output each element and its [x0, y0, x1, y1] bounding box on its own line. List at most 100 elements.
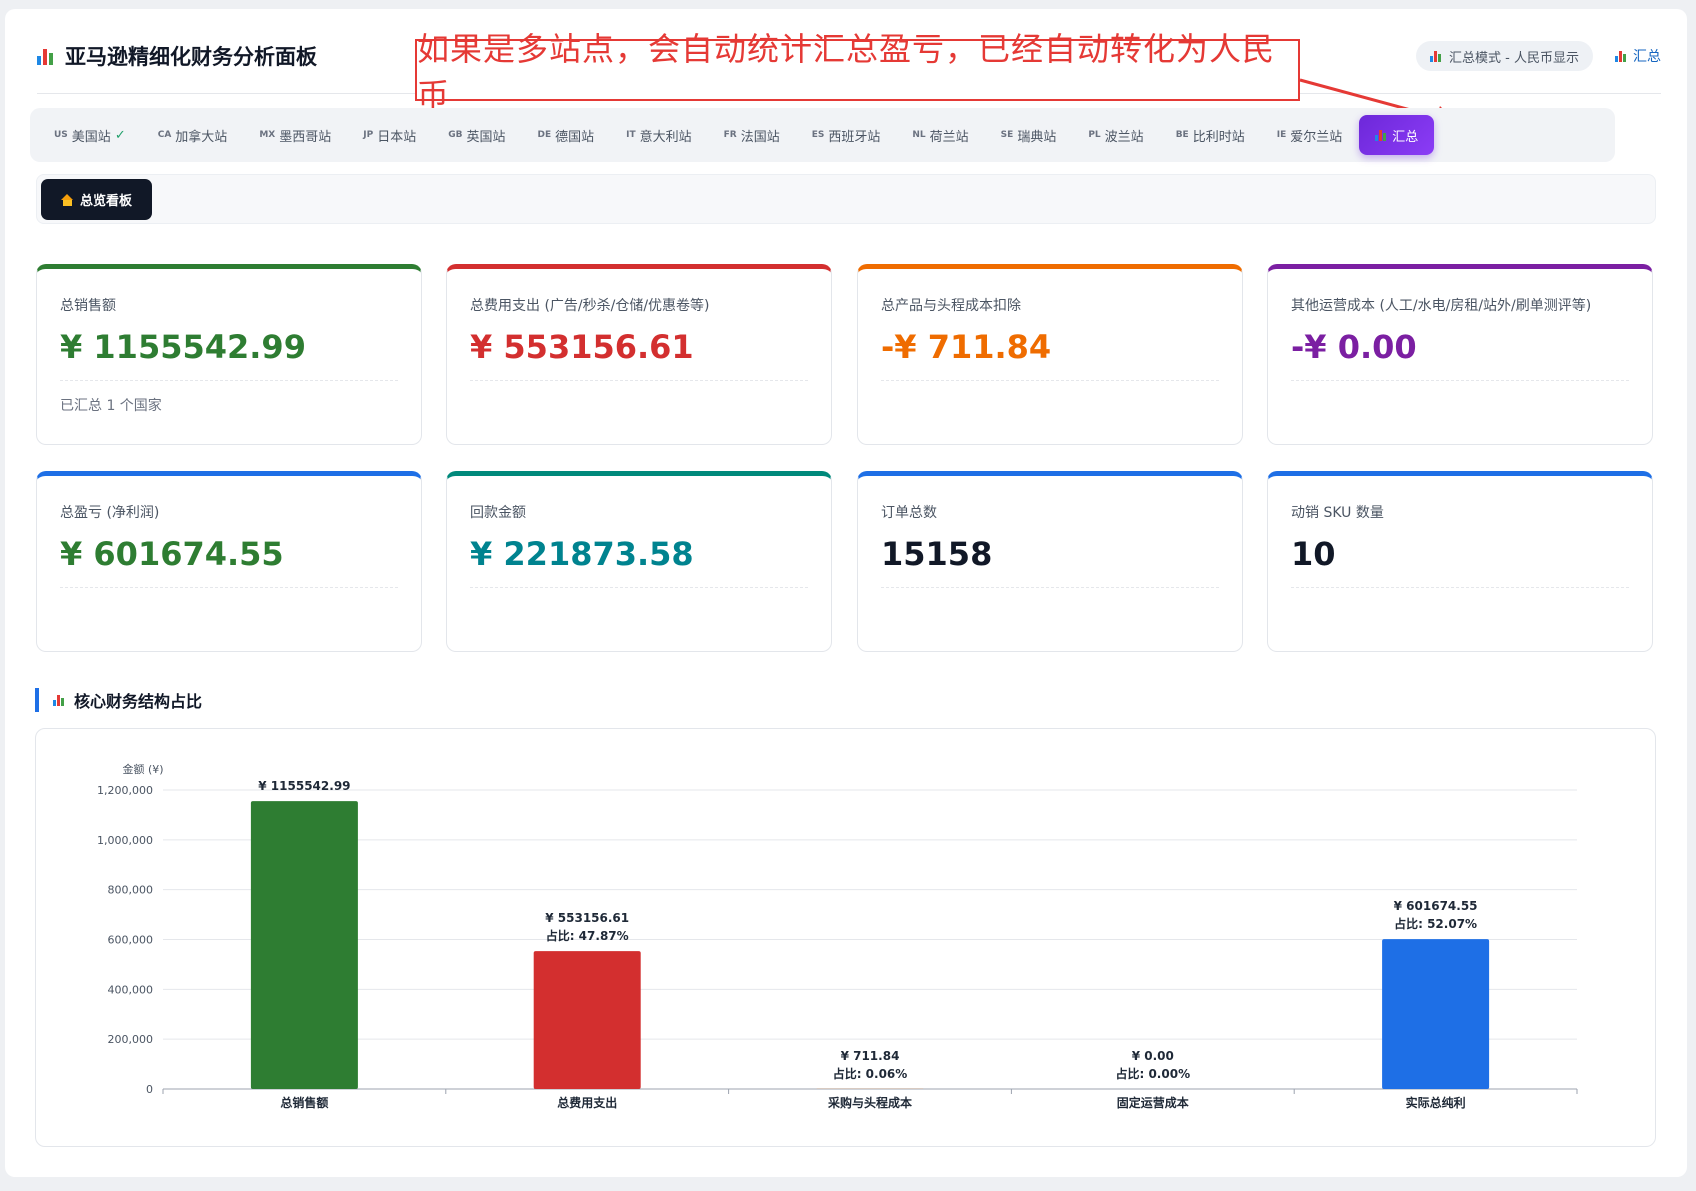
site-tab-label: 法国站	[740, 129, 780, 145]
mode-label: 汇总模式 - 人民币显示	[1449, 50, 1579, 66]
bar-2	[533, 951, 641, 1089]
site-tab-us[interactable]: US 美国站 ✓	[52, 115, 141, 155]
view-bar: 总览看板	[36, 174, 1656, 224]
summary-link-label: 汇总	[1633, 49, 1661, 65]
metric-value: ¥ 1155542.99	[60, 328, 398, 381]
metric-value: -¥ 711.84	[881, 328, 1219, 381]
site-code: FR	[723, 130, 737, 140]
site-tab-label: 英国站	[466, 129, 506, 145]
metric-card: 总盈亏 (净利润) ¥ 601674.55	[36, 471, 422, 652]
site-tab-jp[interactable]: JP 日本站	[346, 115, 431, 155]
site-tab-label: 爱尔兰站	[1290, 129, 1343, 145]
bar-value-label: ¥ 601674.55	[1394, 899, 1478, 913]
site-tab-es[interactable]: ES 西班牙站	[795, 115, 896, 155]
metric-label: 总产品与头程成本扣除	[881, 298, 1021, 314]
annotation-text: 如果是多站点，会自动统计汇总盈亏，已经自动转化为人民币	[417, 30, 1276, 114]
metric-label: 动销 SKU 数量	[1291, 505, 1384, 521]
site-code: MX	[259, 130, 276, 140]
site-code: IT	[626, 130, 636, 140]
site-tab-label: 波兰站	[1104, 129, 1144, 145]
bar-share-label: 占比: 0.00%	[1115, 1066, 1190, 1081]
site-tab-label: 汇总	[1392, 129, 1419, 145]
metric-value: 10	[1291, 535, 1629, 588]
bar-share-label: 占比: 0.06%	[833, 1066, 908, 1081]
site-tab-bar: US 美国站 ✓ CA 加拿大站 MX 墨西哥站 JP 日本站 GB 英国站 DE 德国站 IT 意大利站 F…	[30, 108, 1615, 162]
site-tab-label: 瑞典站	[1017, 129, 1057, 145]
bar-value-label: ¥ 0.00	[1132, 1049, 1174, 1063]
bar-1	[250, 801, 358, 1089]
site-tab-summary[interactable]: 汇总	[1359, 115, 1435, 155]
site-tab-label: 比利时站	[1192, 129, 1245, 145]
site-code: GB	[448, 130, 463, 140]
metric-label: 总盈亏 (净利润)	[60, 505, 160, 521]
metric-value: ¥ 601674.55	[60, 535, 398, 588]
site-tab-fr[interactable]: FR 法国站	[707, 115, 795, 155]
metric-value: -¥ 0.00	[1291, 328, 1629, 381]
bar-chart-icon	[1375, 129, 1388, 141]
summary-link[interactable]: 汇总	[1615, 41, 1661, 71]
site-tab-pl[interactable]: PL 波兰站	[1071, 115, 1158, 155]
x-tick-label: 实际总纯利	[1406, 1095, 1466, 1110]
site-tab-ca[interactable]: CA 加拿大站	[141, 115, 243, 155]
bar-chart-icon	[53, 694, 66, 706]
metric-card: 总销售额 ¥ 1155542.99 已汇总 1 个国家	[36, 264, 422, 445]
site-tab-label: 加拿大站	[175, 129, 228, 145]
app-title: 亚马逊精细化财务分析面板	[37, 41, 317, 71]
overview-dashboard-button[interactable]: 总览看板	[41, 179, 153, 220]
x-tick-label: 总费用支出	[557, 1095, 617, 1110]
bar-value-label: ¥ 711.84	[841, 1049, 900, 1063]
site-tab-label: 日本站	[377, 129, 417, 145]
bar-chart-icon	[1430, 50, 1443, 62]
bar-chart: 金额 (¥) 0 200,000 400,000 600,000 800,000 1,000…	[97, 762, 1578, 1110]
site-code: CA	[157, 130, 172, 140]
site-tab-de[interactable]: DE 德国站	[520, 115, 609, 155]
bar-value-label: ¥ 1155542.99	[258, 779, 350, 793]
x-tick-label: 采购与头程成本	[827, 1095, 912, 1110]
bar-chart-icon	[1615, 50, 1628, 62]
site-code: US	[54, 130, 68, 140]
y-tick-label: 200,000	[108, 1033, 154, 1046]
metric-card: 其他运营成本 (人工/水电/房租/站外/刷单测评等) -¥ 0.00	[1267, 264, 1653, 445]
metric-note: 已汇总 1 个国家	[60, 398, 162, 414]
check-icon: ✓	[114, 127, 126, 143]
x-tick-label: 总销售额	[280, 1095, 328, 1110]
metric-card: 动销 SKU 数量 10	[1267, 471, 1653, 652]
y-tick-label: 800,000	[108, 884, 154, 897]
site-tab-it[interactable]: IT 意大利站	[609, 115, 707, 155]
overview-dashboard-label: 总览看板	[80, 194, 133, 209]
metric-label: 总销售额	[60, 298, 116, 314]
x-tick-label: 固定运营成本	[1117, 1095, 1189, 1110]
site-tab-gb[interactable]: GB 英国站	[431, 115, 520, 155]
y-tick-label: 0	[146, 1083, 153, 1096]
y-tick-label: 1,200,000	[97, 784, 153, 797]
site-tab-ie[interactable]: IE 爱尔兰站	[1260, 115, 1358, 155]
site-tab-mx[interactable]: MX 墨西哥站	[242, 115, 346, 155]
metric-value: ¥ 553156.61	[470, 328, 808, 381]
site-code: NL	[912, 130, 926, 140]
metric-value: ¥ 221873.58	[470, 535, 808, 588]
metric-label: 回款金额	[470, 505, 526, 521]
site-code: BE	[1175, 130, 1189, 140]
metric-card: 订单总数 15158	[857, 471, 1243, 652]
site-tab-label: 墨西哥站	[279, 129, 332, 145]
app-title-text: 亚马逊精细化财务分析面板	[65, 45, 317, 69]
y-axis-label: 金额 (¥)	[122, 762, 163, 776]
metric-label: 其他运营成本 (人工/水电/房租/站外/刷单测评等)	[1291, 298, 1592, 314]
site-code: PL	[1088, 130, 1101, 140]
site-tab-nl[interactable]: NL 荷兰站	[895, 115, 983, 155]
site-code: ES	[811, 130, 825, 140]
site-code: JP	[363, 130, 374, 140]
site-code: SE	[1000, 130, 1014, 140]
bar-5	[1382, 939, 1490, 1089]
y-tick-label: 600,000	[108, 934, 154, 947]
site-tab-se[interactable]: SE 瑞典站	[984, 115, 1072, 155]
metric-value: 15158	[881, 535, 1219, 588]
bar-value-label: ¥ 553156.61	[545, 911, 629, 925]
site-tab-be[interactable]: BE 比利时站	[1159, 115, 1260, 155]
y-tick-label: 1,000,000	[97, 834, 153, 847]
site-tab-label: 德国站	[555, 129, 595, 145]
site-code: DE	[537, 130, 552, 140]
bar-chart-icon	[37, 47, 57, 65]
house-icon	[61, 193, 74, 206]
site-tab-label: 意大利站	[639, 129, 692, 145]
